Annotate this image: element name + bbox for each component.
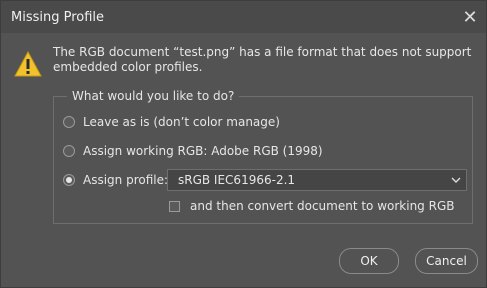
radio-button-selected[interactable]	[63, 174, 75, 186]
ok-button[interactable]: OK	[339, 248, 399, 274]
options-group-legend: What would you like to do?	[67, 89, 240, 103]
profile-select[interactable]: sRGB IEC61966-2.1	[167, 169, 467, 191]
convert-checkbox[interactable]	[169, 200, 180, 212]
dialog-title: Missing Profile	[11, 10, 105, 25]
close-icon[interactable]: ✕	[454, 1, 486, 33]
leave-as-is-radio[interactable]: Leave as is (don’t color manage)	[63, 115, 280, 129]
missing-profile-dialog: Missing Profile ✕ The RGB document “test…	[0, 0, 487, 288]
profile-select-value: sRGB IEC61966-2.1	[178, 173, 296, 187]
cancel-button[interactable]: Cancel	[415, 248, 478, 274]
radio-label: Assign profile:	[83, 173, 169, 187]
radio-label: Leave as is (don’t color manage)	[83, 115, 280, 129]
radio-button[interactable]	[63, 145, 75, 157]
assign-profile-radio[interactable]: Assign profile:	[63, 173, 168, 187]
convert-checkbox-row[interactable]: and then convert document to working RGB	[169, 199, 455, 213]
title-bar: Missing Profile ✕	[1, 1, 486, 33]
chevron-down-icon[interactable]	[446, 177, 466, 183]
warning-icon	[14, 51, 42, 77]
convert-checkbox-label: and then convert document to working RGB	[190, 199, 455, 213]
radio-button[interactable]	[63, 116, 75, 128]
radio-label: Assign working RGB: Adobe RGB (1998)	[83, 144, 323, 158]
message-text: The RGB document “test.png” has a file f…	[53, 45, 472, 74]
assign-working-rgb-radio[interactable]: Assign working RGB: Adobe RGB (1998)	[63, 144, 323, 158]
